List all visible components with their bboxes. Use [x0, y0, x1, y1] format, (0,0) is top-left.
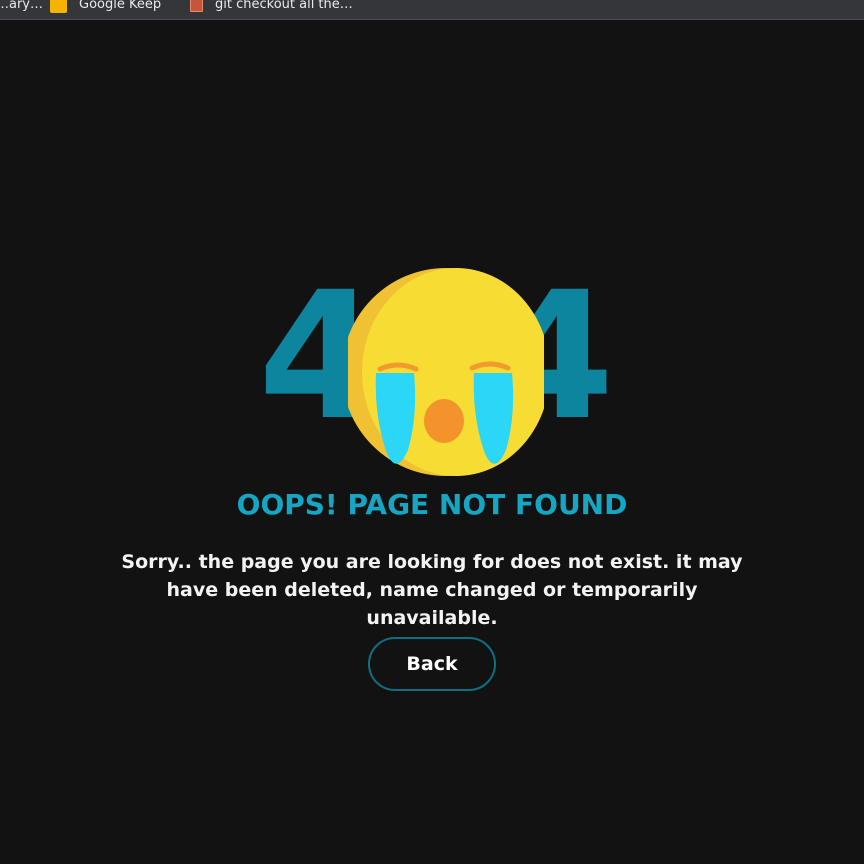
404-illustration: 4 4 [258, 265, 614, 480]
crying-face-icon [348, 268, 544, 476]
error-message: Sorry.. the page you are looking for doe… [121, 551, 743, 629]
bookmark-git-checkout[interactable]: git checkout all the… [190, 0, 353, 14]
keep-icon [50, 0, 67, 13]
bookmark-partial[interactable]: …ary… [0, 0, 43, 14]
page-title: OOPS! PAGE NOT FOUND [236, 488, 628, 521]
bookmarks-bar: …ary… Google Keep git checkout all the… [0, 0, 864, 20]
back-button[interactable]: Back [368, 637, 496, 691]
document-icon [190, 0, 203, 12]
bookmark-label: Google Keep [79, 0, 162, 12]
bookmark-google-keep[interactable]: Google Keep [50, 0, 161, 14]
bookmark-label: git checkout all the… [215, 0, 353, 12]
bookmark-label: …ary… [0, 0, 44, 12]
